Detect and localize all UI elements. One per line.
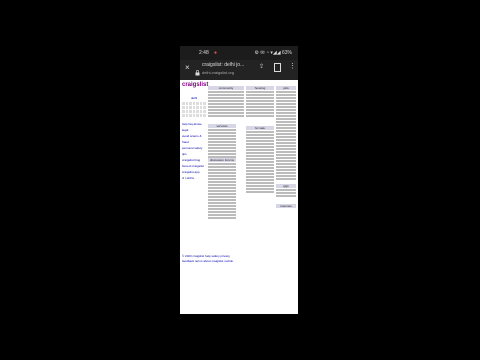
- left-links: help faq abuse legal avoid scams & fraud…: [182, 121, 206, 181]
- city-title: delhi: [190, 96, 198, 100]
- section-title[interactable]: housing: [246, 86, 274, 90]
- page-title: craigslist: delhi jo...: [202, 62, 245, 68]
- section-discussion-forums: discussion forums: [208, 158, 236, 220]
- left-link[interactable]: avoid scams & fraud: [182, 133, 206, 145]
- section-housing: housing: [246, 86, 274, 118]
- left-link[interactable]: cl t-shirts: [182, 175, 206, 181]
- status-bar: 2:48 ● ⚙ ✉ ◔ ▾◢◢ 63%: [180, 46, 298, 60]
- record-icon: ●: [214, 50, 218, 56]
- browser-toolbar: × craigslist: delhi jo... delhi.craigsli…: [180, 60, 298, 80]
- more-options-icon[interactable]: ⋮: [289, 62, 296, 70]
- status-system: ⚙ ✉ ◔ ▾◢◢ 63%: [254, 50, 292, 56]
- section-gigs: gigs: [276, 184, 296, 198]
- footer-line[interactable]: feedback terms about craigslist mobile: [182, 259, 238, 264]
- left-column: delhi help faq abuse legal avoid scams &…: [182, 96, 206, 181]
- section-title[interactable]: services: [208, 124, 236, 128]
- section-title[interactable]: discussion forums: [208, 158, 236, 162]
- share-icon[interactable]: ⇪: [259, 63, 264, 70]
- lock-icon: [195, 63, 200, 76]
- bookmark-icon[interactable]: [274, 63, 281, 72]
- footer-links: © 2023 craigslist help safety privacy fe…: [182, 254, 238, 264]
- section-title[interactable]: resumes: [276, 204, 296, 208]
- calendar: [182, 102, 206, 117]
- left-link[interactable]: personal safety tips: [182, 145, 206, 157]
- section-community: community: [208, 86, 244, 118]
- section-resumes: resumes: [276, 204, 296, 209]
- section-title[interactable]: for sale: [246, 126, 274, 130]
- craigslist-logo[interactable]: craigslist: [182, 82, 208, 88]
- section-services: services: [208, 124, 236, 162]
- section-title[interactable]: gigs: [276, 184, 296, 188]
- section-jobs: jobs: [276, 86, 296, 181]
- left-link[interactable]: help faq abuse legal: [182, 121, 206, 133]
- close-icon[interactable]: ×: [185, 63, 190, 72]
- page-content: craigslist delhi help faq abuse legal av…: [180, 80, 298, 314]
- section-title[interactable]: jobs: [276, 86, 296, 90]
- phone-screen: 2:48 ● ⚙ ✉ ◔ ▾◢◢ 63% × craigslist: delhi…: [180, 46, 298, 314]
- section-for-sale: for sale: [246, 126, 274, 194]
- page-url[interactable]: delhi.craigslist.org: [202, 70, 234, 75]
- section-title[interactable]: community: [208, 86, 244, 90]
- status-time: 2:48: [199, 50, 209, 56]
